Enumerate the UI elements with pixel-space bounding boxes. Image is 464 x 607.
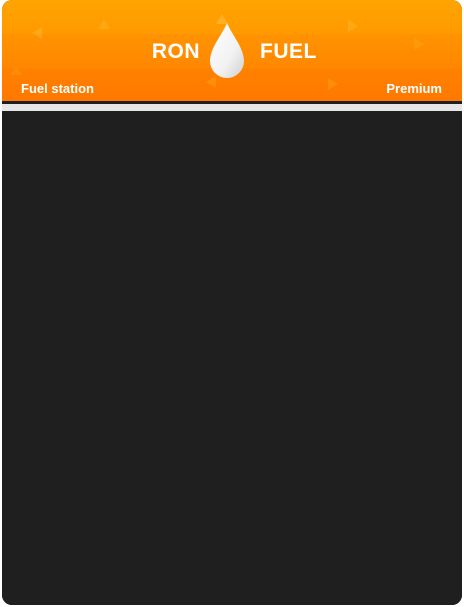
fuel-grade-label: Premium bbox=[386, 81, 442, 96]
brand-name-right: FUEL bbox=[260, 40, 317, 63]
fuel-station-card: RON FUEL Fuel station Premium bbox=[2, 0, 462, 605]
brand-logo: RON FUEL bbox=[2, 20, 462, 82]
card-header: RON FUEL Fuel station Premium bbox=[2, 0, 462, 101]
brand-name-left: RON bbox=[151, 40, 200, 63]
header-divider bbox=[2, 104, 462, 111]
fuel-drop-icon bbox=[210, 23, 244, 78]
station-type-label: Fuel station bbox=[21, 81, 94, 96]
content-panel bbox=[2, 115, 462, 605]
